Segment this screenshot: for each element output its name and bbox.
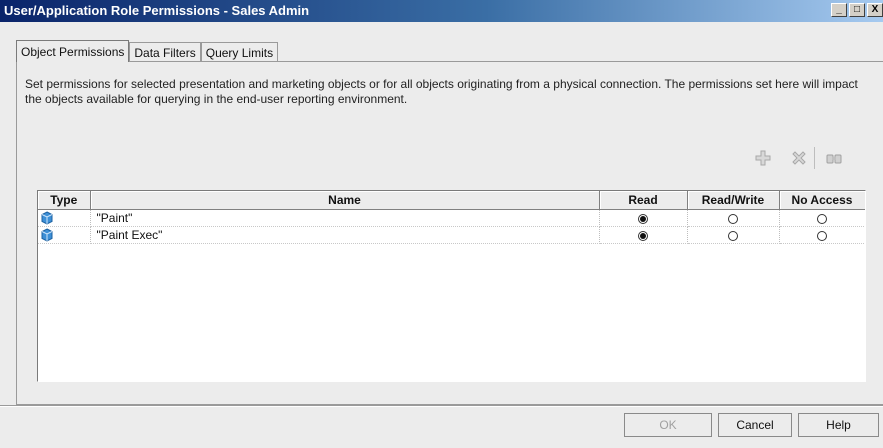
window-controls: _ □ X [831,3,883,17]
tab-strip: Object Permissions Data Filters Query Li… [16,40,279,62]
minimize-button[interactable]: _ [831,3,847,17]
cancel-button[interactable]: Cancel [718,413,792,437]
read-write-cell [687,209,780,227]
table-row[interactable]: "Paint Exec" [38,226,865,244]
name-cell: "Paint" [90,209,600,227]
type-cell [38,209,91,227]
window-title-bar: User/Application Role Permissions - Sale… [0,0,883,22]
window-title: User/Application Role Permissions - Sale… [4,3,310,18]
divider [0,405,883,406]
delete-x-icon[interactable] [788,147,810,169]
maximize-button[interactable]: □ [849,3,865,17]
read-write-cell [687,226,780,244]
no-access-cell [779,226,865,244]
column-header-read-write[interactable]: Read/Write [687,191,780,210]
name-cell: "Paint Exec" [90,226,600,244]
column-header-type[interactable]: Type [38,191,91,210]
no-access-cell [779,209,865,227]
column-header-no-access[interactable]: No Access [779,191,865,210]
tab-data-filters[interactable]: Data Filters [129,42,201,62]
no-access-radio[interactable] [817,230,827,241]
read-radio[interactable] [638,230,648,241]
type-cell [38,226,91,244]
permissions-grid: Type Name Read Read/Write No Access "Pai… [37,190,866,382]
plus-icon[interactable] [752,147,774,169]
read-radio[interactable] [638,213,648,224]
table-row[interactable]: "Paint" [38,209,865,227]
help-button[interactable]: Help [798,413,879,437]
grid-toolbar [752,146,845,170]
description-text: Set permissions for selected presentatio… [25,77,858,106]
permissions-table: Type Name Read Read/Write No Access "Pai… [38,191,865,244]
column-header-read[interactable]: Read [599,191,688,210]
close-button[interactable]: X [867,3,883,17]
column-header-name[interactable]: Name [90,191,600,210]
grid-header-row: Type Name Read Read/Write No Access [38,191,865,210]
ok-button[interactable]: OK [624,413,712,437]
toolbar-separator [814,147,815,169]
no-access-radio[interactable] [817,213,827,224]
read-write-radio[interactable] [728,230,738,241]
binoculars-icon[interactable] [823,147,845,169]
cube-icon [40,228,54,242]
tab-query-limits[interactable]: Query Limits [200,42,279,62]
read-cell [599,209,688,227]
read-cell [599,226,688,244]
tab-object-permissions[interactable]: Object Permissions [16,40,130,62]
read-write-radio[interactable] [728,213,738,224]
cube-icon [40,211,54,225]
